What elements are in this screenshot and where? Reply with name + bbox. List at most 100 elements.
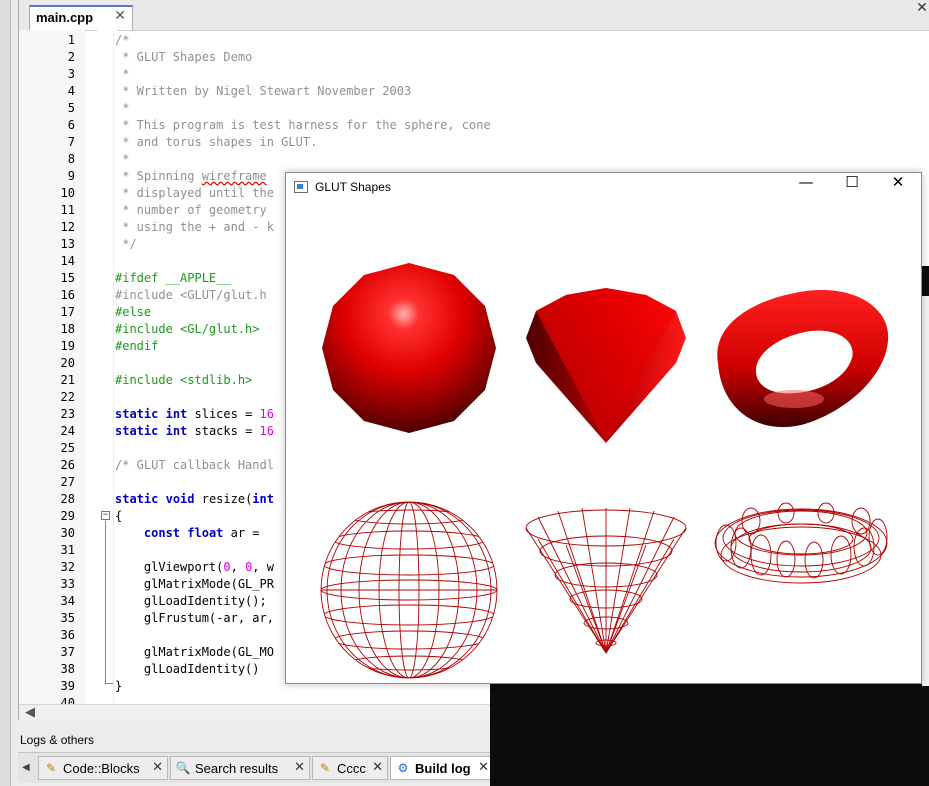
line-number: 14 — [60, 254, 75, 268]
editor-tab-bar: main.cpp ✕ ✕ — [19, 0, 929, 31]
shapes-render — [320, 263, 889, 679]
solid-sphere — [322, 263, 496, 433]
console-side-strip — [922, 296, 929, 686]
maximize-button[interactable]: ☐ — [829, 173, 875, 203]
code-line: glLoadIdentity(); — [115, 594, 267, 608]
wire-sphere — [320, 501, 498, 679]
line-number: 25 — [60, 441, 75, 455]
tab-main-cpp[interactable]: main.cpp ✕ — [29, 5, 133, 30]
line-number: 40 — [60, 696, 75, 704]
logs-panel-title: Logs & others — [20, 733, 95, 747]
glut-shapes-window[interactable]: GLUT Shapes — ☐ ✕ — [285, 172, 922, 684]
tab-build-log[interactable]: ⚙ Build log ✕ — [390, 756, 494, 780]
line-number: 21 — [60, 373, 75, 387]
close-icon[interactable]: ✕ — [372, 760, 383, 775]
line-number: 12 — [60, 220, 75, 234]
line-number: 34 — [60, 594, 75, 608]
code-line: */ — [115, 237, 137, 251]
solid-torus — [717, 290, 889, 428]
code-line: * and torus shapes in GLUT. — [115, 135, 318, 149]
code-line: /* — [115, 33, 130, 47]
line-number: 5 — [67, 101, 75, 115]
code-line: * — [115, 152, 130, 166]
code-line: static int stacks = 16 — [115, 424, 274, 438]
line-number: 9 — [67, 169, 75, 183]
code-line: * This program is test harness for the s… — [115, 118, 491, 132]
code-line: #include <GL/glut.h> — [115, 322, 260, 336]
code-line: static void resize(int — [115, 492, 274, 506]
close-icon[interactable]: ✕ — [294, 760, 305, 775]
code-line: #endif — [115, 339, 159, 353]
wire-cone — [525, 507, 687, 654]
tab-cccc[interactable]: ✎ Cccc ✕ — [312, 756, 388, 780]
pencil-icon: ✎ — [45, 761, 57, 775]
code-line: * — [115, 67, 130, 81]
solid-cone — [526, 288, 686, 443]
code-line: static int slices = 16 — [115, 407, 274, 421]
line-number: 28 — [60, 492, 75, 506]
left-panel-strip — [0, 0, 11, 786]
line-number: 8 — [67, 152, 75, 166]
code-line: { — [115, 509, 123, 523]
tab-label: main.cpp — [36, 10, 94, 25]
tab-codeblocks[interactable]: ✎ Code::Blocks ✕ — [38, 756, 168, 780]
line-number: 11 — [60, 203, 75, 217]
line-number: 26 — [60, 458, 75, 472]
line-number: 30 — [60, 526, 75, 540]
code-line: #ifdef __APPLE__ — [115, 271, 231, 285]
line-number: 31 — [60, 543, 75, 557]
line-number: 13 — [60, 237, 75, 251]
code-line: const float ar = — [143, 526, 260, 540]
close-button[interactable]: ✕ — [875, 173, 921, 203]
code-line: glMatrixMode(GL_MO — [115, 645, 274, 659]
scroll-left-icon[interactable]: ◀ — [25, 705, 35, 720]
code-line: #else — [115, 305, 152, 319]
code-line: #include <stdlib.h> — [115, 373, 253, 387]
code-line: glFrustum(-ar, ar, — [115, 611, 274, 625]
code-line: } — [115, 679, 123, 693]
line-number: 18 — [60, 322, 75, 336]
minimize-button[interactable]: — — [783, 173, 829, 203]
code-line: glViewport(0, 0, w — [115, 560, 274, 574]
code-line: * Written by Nigel Stewart November 2003 — [115, 84, 412, 98]
code-line: * displayed until the — [115, 186, 274, 200]
code-line: * number of geometry — [115, 203, 267, 217]
wire-torus — [714, 502, 888, 584]
line-number: 35 — [60, 611, 75, 625]
line-number: 10 — [60, 186, 75, 200]
line-number: 2 — [67, 50, 75, 64]
code-line: * using the + and - k — [115, 220, 274, 234]
pencil-icon: ✎ — [319, 761, 331, 775]
window-titlebar[interactable]: GLUT Shapes — ☐ ✕ — [286, 173, 921, 203]
tab-search-results[interactable]: 🔍 Search results ✕ — [170, 756, 310, 780]
line-number: 24 — [60, 424, 75, 438]
tab-label: Search results — [195, 761, 279, 776]
line-number: 22 — [60, 390, 75, 404]
line-number: 3 — [67, 67, 75, 81]
close-icon[interactable]: ✕ — [114, 8, 126, 24]
line-number: 33 — [60, 577, 75, 591]
close-icon[interactable]: ✕ — [152, 760, 163, 775]
code-line: glMatrixMode(GL_PR — [115, 577, 274, 591]
line-number: 4 — [67, 84, 75, 98]
scroll-left-icon[interactable]: ◀ — [22, 762, 30, 773]
line-number: 1 — [67, 33, 75, 47]
code-line: * GLUT Shapes Demo — [115, 50, 253, 64]
code-line: glLoadIdentity() — [115, 662, 260, 676]
line-number: 27 — [60, 475, 75, 489]
code-line: * — [115, 101, 130, 115]
close-icon[interactable]: ✕ — [478, 760, 489, 775]
line-number: 36 — [60, 628, 75, 642]
line-number: 15 — [60, 271, 75, 285]
code-line: #include <GLUT/glut.h — [115, 288, 267, 302]
search-icon: 🔍 — [175, 761, 191, 775]
tab-label: Code::Blocks — [63, 761, 140, 776]
code-line: /* GLUT callback Handl — [115, 458, 274, 472]
gl-canvas[interactable] — [286, 203, 921, 683]
window-title: GLUT Shapes — [315, 180, 391, 194]
line-number: 19 — [60, 339, 75, 353]
close-icon[interactable]: ✕ — [914, 0, 929, 16]
line-number: 7 — [67, 135, 75, 149]
line-number: 39 — [60, 679, 75, 693]
line-number: 32 — [60, 560, 75, 574]
